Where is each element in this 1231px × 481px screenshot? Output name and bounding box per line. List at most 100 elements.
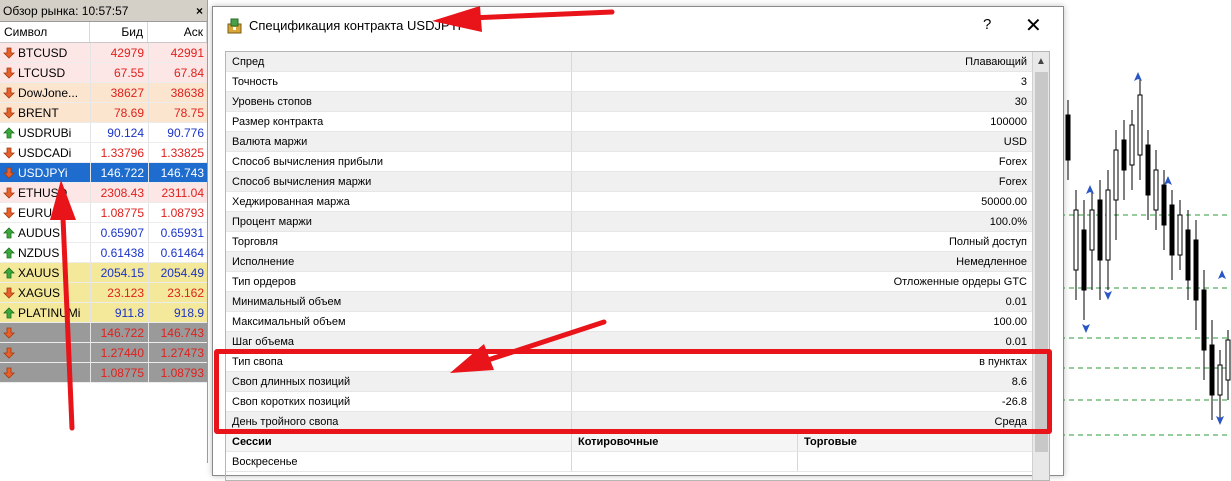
bid-cell: 67.55 — [90, 63, 148, 82]
spec-row[interactable]: Уровень стопов 30 — [226, 92, 1049, 112]
spec-row[interactable]: Торговля Полный доступ — [226, 232, 1049, 252]
market-watch-row[interactable]: USDCADi 1.33796 1.33825 — [0, 143, 207, 163]
arrow-up-icon — [3, 126, 15, 138]
spec-row[interactable]: Исполнение Немедленное — [226, 252, 1049, 272]
spec-row[interactable]: Процент маржи 100.0% — [226, 212, 1049, 232]
ask-cell: 90.776 — [148, 123, 207, 142]
ask-cell: 146.743 — [148, 163, 207, 182]
symbol-name: PLATINUMi — [18, 305, 81, 320]
symbol-name: AUDUS — [18, 225, 61, 240]
market-watch-row[interactable]: BTCUSD 42979 42991 — [0, 43, 207, 63]
market-watch-row[interactable]: XAGUS 23.123 23.162 — [0, 283, 207, 303]
ask-cell: 1.27473 — [148, 343, 207, 362]
bid-cell: 1.33796 — [90, 143, 148, 162]
spec-row[interactable]: Минимальный объем 0.01 — [226, 292, 1049, 312]
symbol-name: ETHUSD — [18, 185, 68, 200]
ask-cell: 1.08793 — [148, 203, 207, 222]
spec-key: Размер контракта — [226, 112, 572, 131]
ask-cell: 2054.49 — [148, 263, 207, 282]
symbol-name: LTCUSD — [18, 65, 66, 80]
column-header-ask[interactable]: Аск — [148, 22, 207, 42]
bid-cell: 1.08775 — [90, 363, 148, 382]
symbol-cell — [0, 363, 90, 382]
market-watch-row[interactable]: ETHUSD 2308.43 2311.04 — [0, 183, 207, 203]
spec-value: 100000 — [990, 116, 1027, 128]
ask-cell: 2311.04 — [148, 183, 207, 202]
arrow-down-icon — [3, 167, 15, 179]
spec-row[interactable]: Хеджированная маржа 50000.00 — [226, 192, 1049, 212]
arrow-down-icon — [3, 87, 15, 99]
arrow-down-icon — [3, 327, 15, 339]
ask-cell: 918.9 — [148, 303, 207, 322]
bid-cell: 42979 — [90, 43, 148, 62]
symbol-cell — [0, 343, 90, 362]
help-button[interactable]: ? — [983, 16, 991, 33]
column-header-symbol[interactable]: Символ — [0, 22, 90, 42]
spec-row[interactable]: Валюта маржи USD — [226, 132, 1049, 152]
bid-cell: 23.123 — [90, 283, 148, 302]
spec-row[interactable]: Точность 3 — [226, 72, 1049, 92]
spec-key: Способ вычисления прибыли — [226, 152, 572, 171]
spec-row[interactable]: Тип ордеров Отложенные ордеры GTC — [226, 272, 1049, 292]
arrow-up-icon — [3, 306, 15, 318]
spec-row[interactable]: Спред Плавающий — [226, 52, 1049, 72]
symbol-name: USDRUBi — [18, 125, 72, 140]
scroll-up-icon[interactable]: ▲ — [1036, 56, 1046, 67]
dialog-title: Спецификация контракта USDJPYi — [249, 18, 461, 33]
market-watch-row[interactable]: BRENT 78.69 78.75 — [0, 103, 207, 123]
symbol-cell: ETHUSD — [0, 183, 90, 202]
market-watch-row[interactable]: AUDUS 0.65907 0.65931 — [0, 223, 207, 243]
column-header-bid[interactable]: Бид — [90, 22, 148, 42]
bid-cell: 90.124 — [90, 123, 148, 142]
spec-key: Точность — [226, 72, 572, 91]
sessions-cell: Воскресенье — [226, 452, 572, 471]
arrow-up-icon — [3, 226, 15, 238]
ask-cell: 0.65931 — [148, 223, 207, 242]
arrow-up-icon — [3, 266, 15, 278]
symbol-cell: DowJone... — [0, 83, 90, 102]
spec-row[interactable]: Способ вычисления маржи Forex — [226, 172, 1049, 192]
market-watch-row[interactable]: XAUUS 2054.15 2054.49 — [0, 263, 207, 283]
market-watch-row[interactable]: 1.27440 1.27473 — [0, 343, 207, 363]
arrow-down-icon — [3, 187, 15, 199]
market-watch-row[interactable]: PLATINUMi 911.8 918.9 — [0, 303, 207, 323]
ask-cell: 78.75 — [148, 103, 207, 122]
sessions-cell — [572, 452, 798, 471]
market-watch-close-button[interactable]: × — [196, 0, 203, 22]
market-watch-row[interactable]: 1.08775 1.08793 — [0, 363, 207, 383]
spec-value: 100.00 — [993, 316, 1027, 328]
market-watch-row[interactable]: 146.722 146.743 — [0, 323, 207, 343]
spec-row[interactable]: Максимальный объем 100.00 — [226, 312, 1049, 332]
market-watch-row[interactable]: NZDUS 0.61438 0.61464 — [0, 243, 207, 263]
spec-value: Плавающий — [965, 56, 1027, 68]
market-watch-row[interactable]: USDRUBi 90.124 90.776 — [0, 123, 207, 143]
market-watch-title-bar: Обзор рынка: 10:57:57 × — [0, 0, 207, 22]
bid-cell: 2308.43 — [90, 183, 148, 202]
symbol-name: EURUS — [18, 205, 61, 220]
symbol-name: BTCUSD — [18, 45, 68, 60]
spec-value: USD — [1003, 136, 1027, 148]
spec-row[interactable]: Способ вычисления прибыли Forex — [226, 152, 1049, 172]
spec-value: Немедленное — [956, 256, 1027, 268]
dialog-close-button[interactable]: ✕ — [1025, 13, 1042, 38]
arrow-down-icon — [3, 147, 15, 159]
market-watch-row[interactable]: DowJone... 38627 38638 — [0, 83, 207, 103]
spec-key: Исполнение — [226, 252, 572, 271]
spec-key: Спред — [226, 52, 572, 71]
symbol-name: NZDUS — [18, 245, 60, 260]
market-watch-panel[interactable]: Обзор рынка: 10:57:57 × Символ Бид Аск B… — [0, 0, 208, 463]
sessions-cell: Котировочные — [572, 432, 798, 451]
price-chart[interactable] — [1060, 0, 1231, 463]
market-watch-row[interactable]: EURUS 1.08775 1.08793 — [0, 203, 207, 223]
market-watch-row[interactable]: LTCUSD 67.55 67.84 — [0, 63, 207, 83]
market-watch-row[interactable]: USDJPYi 146.722 146.743 — [0, 163, 207, 183]
symbol-name: XAUUS — [18, 265, 60, 280]
spec-value: Forex — [998, 156, 1027, 168]
ask-cell: 1.33825 — [148, 143, 207, 162]
bid-cell: 146.722 — [90, 323, 148, 342]
market-watch-rows: BTCUSD 42979 42991 LTCUSD 67.55 67.84 DowJone.… — [0, 43, 207, 383]
bid-cell: 146.722 — [90, 163, 148, 182]
symbol-cell — [0, 323, 90, 342]
symbol-name: DowJone... — [18, 85, 79, 100]
spec-row[interactable]: Размер контракта 100000 — [226, 112, 1049, 132]
